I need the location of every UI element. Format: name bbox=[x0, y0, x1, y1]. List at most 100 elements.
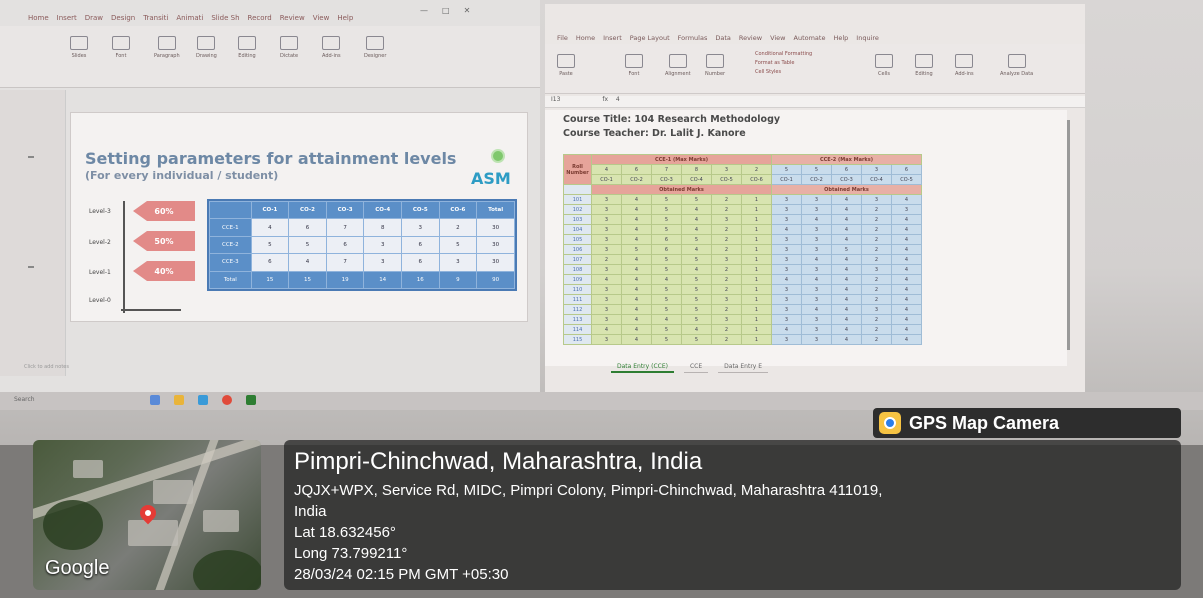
mark-cell[interactable]: 3 bbox=[591, 294, 622, 305]
mark-cell[interactable]: 4 bbox=[621, 214, 652, 225]
mark-cell[interactable]: 5 bbox=[681, 194, 712, 205]
mark-cell[interactable]: 4 bbox=[621, 264, 652, 275]
mark-cell[interactable]: 3 bbox=[711, 314, 742, 325]
ppt-ribbon-button-3[interactable]: Drawing bbox=[196, 36, 217, 59]
ppt-ribbon-button-6[interactable]: Add-ins bbox=[322, 36, 341, 59]
excel-ribbon-button-4[interactable]: Cells bbox=[875, 54, 893, 77]
mark-cell[interactable]: 2 bbox=[711, 264, 742, 275]
mark-cell[interactable]: 3 bbox=[771, 204, 802, 215]
mark-cell[interactable]: 4 bbox=[801, 254, 832, 265]
mark-cell[interactable]: 2 bbox=[711, 194, 742, 205]
mark-cell[interactable]: 5 bbox=[681, 294, 712, 305]
mark-cell[interactable]: 5 bbox=[681, 254, 712, 265]
mark-cell[interactable]: 4 bbox=[891, 264, 922, 275]
mark-cell[interactable]: 4 bbox=[621, 234, 652, 245]
mark-cell[interactable]: 3 bbox=[591, 194, 622, 205]
minimize-icon[interactable]: — bbox=[420, 6, 428, 15]
mark-cell[interactable]: 2 bbox=[861, 334, 892, 345]
name-box[interactable]: I13 bbox=[551, 96, 560, 103]
ppt-ribbon-button-7[interactable]: Designer bbox=[364, 36, 386, 59]
formula-input[interactable]: 4 bbox=[616, 96, 620, 103]
mark-cell[interactable]: 2 bbox=[861, 204, 892, 215]
ppt-tab-5[interactable]: Animati bbox=[176, 14, 203, 22]
mark-cell[interactable]: 4 bbox=[801, 274, 832, 285]
sheet-tab-2[interactable]: Data Entry E bbox=[718, 362, 769, 373]
format-as-table-button[interactable]: Format as Table bbox=[755, 59, 812, 68]
ppt-tab-2[interactable]: Draw bbox=[85, 14, 103, 22]
roll-cell[interactable]: 105 bbox=[563, 234, 592, 245]
roll-cell[interactable]: 112 bbox=[563, 304, 592, 315]
mark-cell[interactable]: 4 bbox=[891, 284, 922, 295]
mark-cell[interactable]: 4 bbox=[801, 214, 832, 225]
notes-placeholder[interactable]: Click to add notes bbox=[24, 364, 69, 370]
mark-cell[interactable]: 3 bbox=[801, 244, 832, 255]
ppt-ribbon-button-5[interactable]: Dictate bbox=[280, 36, 298, 59]
mark-cell[interactable]: 5 bbox=[681, 234, 712, 245]
mark-cell[interactable]: 4 bbox=[831, 314, 862, 325]
mark-cell[interactable]: 3 bbox=[801, 314, 832, 325]
mark-cell[interactable]: 3 bbox=[591, 204, 622, 215]
mark-cell[interactable]: 3 bbox=[801, 264, 832, 275]
excel-tab-3[interactable]: Page Layout bbox=[630, 34, 670, 42]
mark-cell[interactable]: 2 bbox=[711, 334, 742, 345]
mark-cell[interactable]: 5 bbox=[651, 204, 682, 215]
mark-cell[interactable]: 2 bbox=[861, 254, 892, 265]
mark-cell[interactable]: 4 bbox=[771, 224, 802, 235]
excel-taskbar-icon[interactable] bbox=[246, 395, 256, 405]
vertical-scrollbar[interactable] bbox=[1067, 120, 1070, 350]
ppt-ribbon-button-4[interactable]: Editing bbox=[238, 36, 256, 59]
mark-cell[interactable]: 4 bbox=[831, 204, 862, 215]
mark-cell[interactable]: 4 bbox=[681, 204, 712, 215]
mark-cell[interactable]: 1 bbox=[741, 234, 772, 245]
mark-cell[interactable]: 2 bbox=[861, 224, 892, 235]
ppt-tab-9[interactable]: View bbox=[313, 14, 330, 22]
mark-cell[interactable]: 4 bbox=[591, 324, 622, 335]
mark-cell[interactable]: 3 bbox=[771, 194, 802, 205]
mark-cell[interactable]: 3 bbox=[771, 314, 802, 325]
ppt-ribbon-button-1[interactable]: Font bbox=[112, 36, 130, 59]
mark-cell[interactable]: 2 bbox=[711, 324, 742, 335]
mark-cell[interactable]: 4 bbox=[621, 294, 652, 305]
mark-cell[interactable]: 4 bbox=[681, 244, 712, 255]
mark-cell[interactable]: 1 bbox=[741, 214, 772, 225]
mark-cell[interactable]: 2 bbox=[861, 274, 892, 285]
mark-cell[interactable]: 4 bbox=[621, 304, 652, 315]
mark-cell[interactable]: 2 bbox=[861, 314, 892, 325]
mark-cell[interactable]: 3 bbox=[861, 194, 892, 205]
mark-cell[interactable]: 4 bbox=[621, 284, 652, 295]
mark-cell[interactable]: 6 bbox=[651, 244, 682, 255]
slide-canvas[interactable]: Setting parameters for attainment levels… bbox=[70, 112, 528, 322]
roll-cell[interactable]: 109 bbox=[563, 274, 592, 285]
mark-cell[interactable]: 3 bbox=[801, 204, 832, 215]
mark-cell[interactable]: 4 bbox=[891, 314, 922, 325]
mark-cell[interactable]: 4 bbox=[621, 324, 652, 335]
excel-tab-10[interactable]: Inquire bbox=[856, 34, 879, 42]
mark-cell[interactable]: 5 bbox=[651, 284, 682, 295]
mark-cell[interactable]: 3 bbox=[591, 304, 622, 315]
ppt-tab-7[interactable]: Record bbox=[248, 14, 272, 22]
roll-cell[interactable]: 108 bbox=[563, 264, 592, 275]
mark-cell[interactable]: 3 bbox=[591, 334, 622, 345]
mark-cell[interactable]: 1 bbox=[741, 194, 772, 205]
roll-cell[interactable]: 101 bbox=[563, 194, 592, 205]
mark-cell[interactable]: 1 bbox=[741, 314, 772, 325]
mark-cell[interactable]: 5 bbox=[651, 324, 682, 335]
mark-cell[interactable]: 3 bbox=[591, 284, 622, 295]
mark-cell[interactable]: 3 bbox=[591, 234, 622, 245]
mark-cell[interactable]: 3 bbox=[771, 284, 802, 295]
excel-ribbon-button-2[interactable]: Alignment bbox=[665, 54, 691, 77]
ppt-ribbon-button-2[interactable]: Paragraph bbox=[154, 36, 180, 59]
roll-cell[interactable]: 103 bbox=[563, 214, 592, 225]
edge-icon[interactable] bbox=[198, 395, 208, 405]
mark-cell[interactable]: 3 bbox=[591, 244, 622, 255]
mark-cell[interactable]: 1 bbox=[741, 264, 772, 275]
mark-cell[interactable]: 3 bbox=[801, 294, 832, 305]
excel-ribbon-button-5[interactable]: Editing bbox=[915, 54, 933, 77]
excel-tab-9[interactable]: Help bbox=[833, 34, 848, 42]
mark-cell[interactable]: 5 bbox=[681, 304, 712, 315]
mark-cell[interactable]: 4 bbox=[771, 274, 802, 285]
mark-cell[interactable]: 5 bbox=[621, 244, 652, 255]
roll-cell[interactable]: 106 bbox=[563, 244, 592, 255]
mark-cell[interactable]: 4 bbox=[681, 214, 712, 225]
mark-cell[interactable]: 4 bbox=[801, 304, 832, 315]
